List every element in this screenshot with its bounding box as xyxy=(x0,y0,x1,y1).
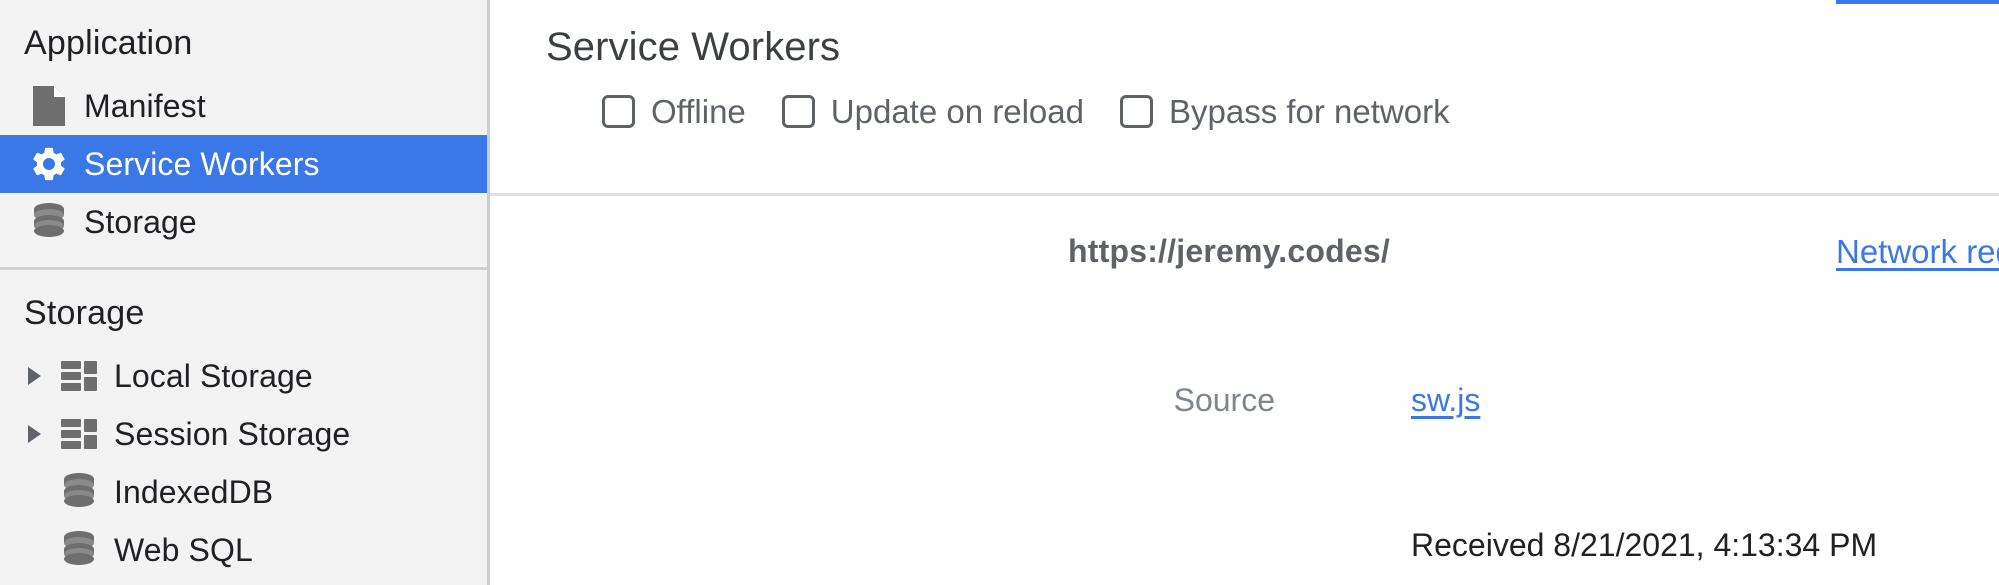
sidebar-item-storage[interactable]: Storage xyxy=(0,193,487,251)
chevron-right-icon[interactable] xyxy=(28,425,58,443)
clipped-link-underline xyxy=(1836,0,1999,4)
database-icon xyxy=(28,201,70,243)
registration-origin: https://jeremy.codes/ xyxy=(1068,233,1390,269)
checkbox-label: Offline xyxy=(651,93,746,130)
registration-header-row: https://jeremy.codes/ Network requests U… xyxy=(490,193,1999,279)
page-title: Service Workers xyxy=(546,25,841,69)
sidebar-item-manifest[interactable]: Manifest xyxy=(0,77,487,135)
sidebar-item-local-storage[interactable]: Local Storage xyxy=(0,347,487,405)
sidebar-section-title-application: Application xyxy=(24,24,193,62)
devtools-application-panel: Application Manifest Service Workers Sto… xyxy=(0,0,1999,585)
sidebar-item-label: Manifest xyxy=(84,88,206,124)
sidebar-item-label: Web SQL xyxy=(114,532,253,568)
sidebar-section-title-storage: Storage xyxy=(24,294,145,332)
sidebar-item-service-workers[interactable]: Service Workers xyxy=(0,135,487,193)
sidebar-item-session-storage[interactable]: Session Storage xyxy=(0,405,487,463)
table-icon xyxy=(58,355,100,397)
sidebar-item-label: IndexedDB xyxy=(114,474,274,510)
panel-header: Service Workers Offline Update on reload… xyxy=(490,0,1999,128)
database-icon xyxy=(58,529,100,571)
checkbox-label: Update on reload xyxy=(830,93,1084,130)
sidebar: Application Manifest Service Workers Sto… xyxy=(0,0,490,585)
source-file-link[interactable]: sw.js xyxy=(1411,384,1480,416)
sidebar-item-web-sql[interactable]: Web SQL xyxy=(0,521,487,579)
service-worker-registration: https://jeremy.codes/ Network requests U… xyxy=(490,193,1999,561)
source-row: Source sw.js xyxy=(490,384,1999,446)
registration-actions: Network requests Update Unregister xyxy=(1836,233,1999,271)
sidebar-item-label: Storage xyxy=(84,204,197,240)
network-requests-link[interactable]: Network requests xyxy=(1836,233,1999,271)
sidebar-item-indexeddb[interactable]: IndexedDB xyxy=(0,463,487,521)
checkbox-box-icon[interactable] xyxy=(602,95,635,128)
source-label: Source xyxy=(1173,382,1275,418)
checkbox-offline[interactable]: Offline xyxy=(602,95,746,128)
checkbox-box-icon[interactable] xyxy=(1119,95,1153,128)
service-worker-options-row: Offline Update on reload Bypass for netw… xyxy=(546,95,1999,128)
received-text: Received 8/21/2021, 4:13:34 PM xyxy=(1411,527,1878,563)
document-icon xyxy=(28,85,70,127)
sidebar-item-label: Session Storage xyxy=(114,416,351,452)
received-row: Received 8/21/2021, 4:13:34 PM xyxy=(490,529,1999,585)
chevron-right-icon[interactable] xyxy=(28,367,58,385)
checkbox-bypass-for-network[interactable]: Bypass for network xyxy=(1119,93,1450,130)
sidebar-section-application: Application Manifest Service Workers Sto… xyxy=(0,0,487,251)
checkbox-box-icon[interactable] xyxy=(781,95,815,128)
sidebar-item-label: Service Workers xyxy=(84,146,320,182)
source-value: sw.js xyxy=(1411,384,1480,416)
table-icon xyxy=(58,413,100,455)
gear-icon xyxy=(28,143,70,185)
checkbox-update-on-reload[interactable]: Update on reload xyxy=(781,93,1084,130)
sidebar-item-label: Local Storage xyxy=(114,358,313,394)
sidebar-section-storage: Storage Local Storage Session Storage In… xyxy=(0,270,487,579)
database-icon xyxy=(58,471,100,513)
checkbox-label: Bypass for network xyxy=(1168,93,1450,130)
service-workers-panel: Service Workers Offline Update on reload… xyxy=(490,0,1999,585)
